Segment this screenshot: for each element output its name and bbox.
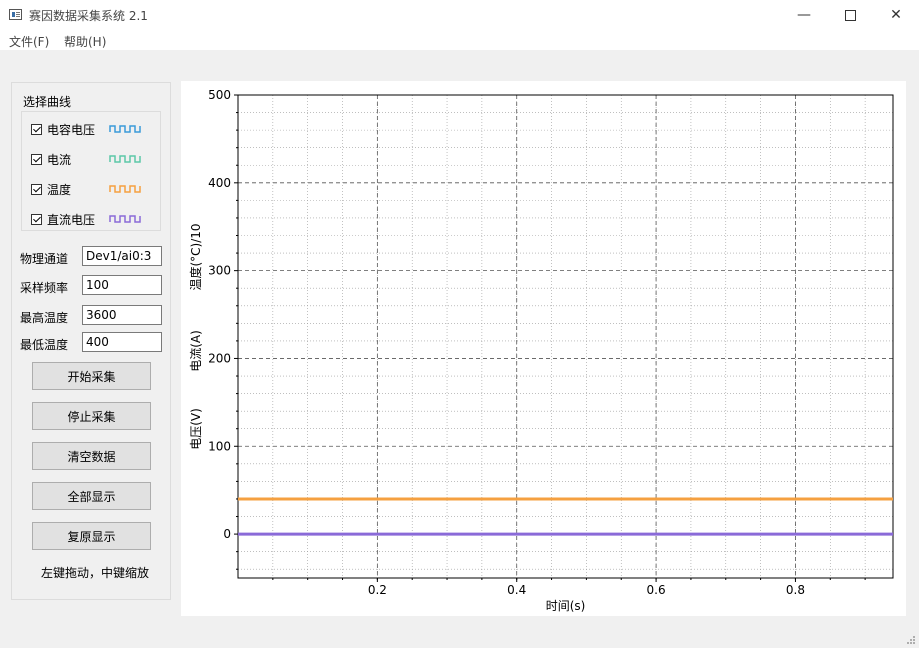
title-bar: 赛因数据采集系统 2.1 — ✕: [0, 0, 919, 30]
maximize-icon: [844, 9, 856, 21]
app-icon: [9, 9, 22, 20]
y-axis-label: 电压(V): [189, 408, 203, 450]
maximize-button[interactable]: [827, 0, 873, 30]
x-tick-label: 0.2: [368, 583, 387, 597]
curve-row[interactable]: 直流电压: [31, 211, 141, 227]
min-temp-input[interactable]: [82, 332, 162, 352]
close-button[interactable]: ✕: [873, 0, 919, 30]
y-tick-label: 500: [208, 88, 231, 102]
y-axis-label: 电流(A): [189, 330, 203, 372]
y-tick-label: 100: [208, 439, 231, 453]
field-label: 最低温度: [20, 338, 69, 352]
stop-button[interactable]: 停止采集: [32, 402, 151, 430]
sample-rate-input[interactable]: [82, 275, 162, 295]
curve-swatch-icon: [109, 185, 141, 193]
x-tick-label: 0.4: [507, 583, 526, 597]
curve-swatch-icon: [109, 215, 141, 223]
resize-grip-icon[interactable]: [906, 635, 916, 645]
curve-swatch-icon: [109, 155, 141, 163]
menu-help[interactable]: 帮助(H): [64, 33, 106, 50]
field-label: 最高温度: [20, 311, 69, 325]
y-tick-label: 0: [223, 527, 231, 541]
curve-row[interactable]: 电流: [31, 151, 141, 167]
minimize-icon: —: [797, 7, 811, 23]
x-tick-label: 0.8: [786, 583, 805, 597]
curve-label: 直流电压: [47, 212, 96, 227]
plot-frame: [237, 94, 894, 579]
curve-label: 电流: [47, 152, 72, 167]
reset-view-button[interactable]: 复原显示: [32, 522, 151, 550]
x-axis-label: 时间(s): [546, 599, 586, 613]
curve-swatch-icon: [109, 125, 141, 133]
plot-area[interactable]: 0 100 200 300 400 500 0.2 0.4 0.6 0.8 时间(s) 温度(°C)/…: [181, 81, 906, 616]
max-temp-input[interactable]: [82, 305, 162, 325]
menu-file[interactable]: 文件(F): [9, 33, 49, 50]
x-tick-label: 0.6: [647, 583, 666, 597]
menu-bar: 文件(F) 帮助(H): [0, 30, 919, 50]
minimize-button[interactable]: —: [781, 0, 827, 30]
show-all-button[interactable]: 全部显示: [32, 482, 151, 510]
curve-row[interactable]: 电容电压: [31, 121, 141, 137]
y-axis-label: 温度(°C)/10: [188, 223, 203, 290]
curve-row[interactable]: 温度: [31, 181, 141, 197]
field-label: 采样频率: [20, 281, 69, 295]
start-button[interactable]: 开始采集: [32, 362, 151, 390]
curve-select-title: 选择曲线: [23, 95, 72, 109]
field-label: 物理通道: [20, 252, 69, 266]
curve-label: 温度: [47, 182, 72, 197]
curve-checkbox[interactable]: [31, 213, 42, 225]
mouse-hint: 左键拖动，中键缩放: [40, 566, 149, 580]
channel-input[interactable]: [82, 246, 162, 266]
chart[interactable]: 0 100 200 300 400 500 0.2 0.4 0.6 0.8 时间(s) 温度(°C)/…: [181, 81, 906, 616]
clear-button[interactable]: 清空数据: [32, 442, 151, 470]
y-tick-label: 200: [208, 351, 231, 365]
curve-checkbox[interactable]: [31, 123, 42, 135]
curve-checkbox[interactable]: [31, 153, 42, 165]
y-tick-label: 400: [208, 176, 231, 190]
curve-label: 电容电压: [47, 122, 96, 137]
close-icon: ✕: [890, 7, 902, 23]
y-tick-label: 300: [208, 264, 231, 278]
window-title: 赛因数据采集系统 2.1: [29, 9, 148, 23]
curve-checkbox[interactable]: [31, 183, 42, 195]
